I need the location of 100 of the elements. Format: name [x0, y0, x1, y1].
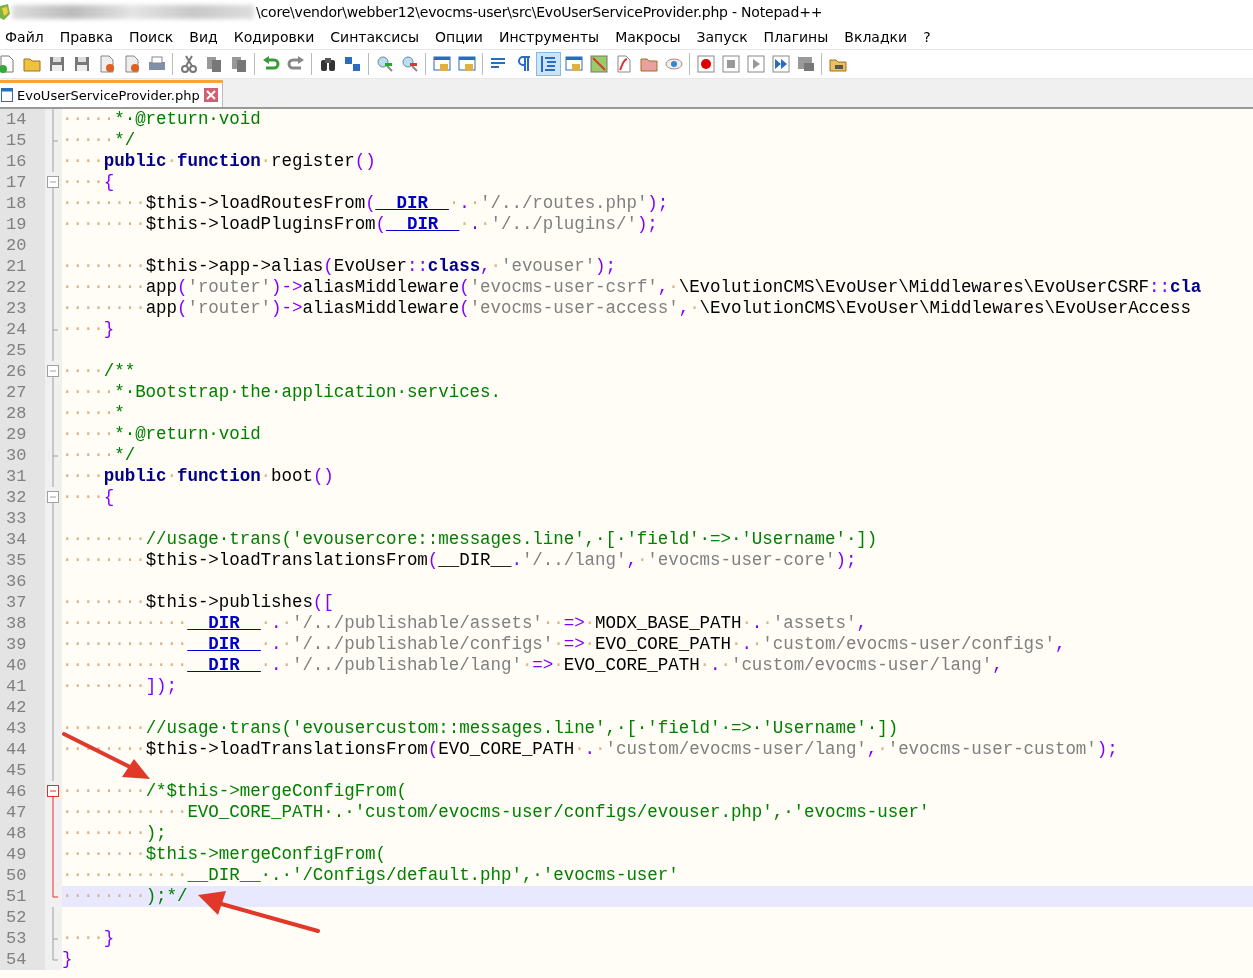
code-line: }	[62, 949, 74, 970]
code-line: ········//usage·trans('evousercustom::messages.line',·[·'field'·=>·'Username'·])	[62, 718, 900, 739]
stop-icon	[721, 55, 740, 73]
line-number: 49	[0, 844, 45, 865]
line-number: 35	[0, 550, 45, 571]
eye-icon	[664, 55, 683, 73]
documents-close-icon	[122, 55, 141, 73]
undo-icon	[261, 55, 280, 73]
code-line: ····{	[62, 487, 116, 508]
line-number: 42	[0, 697, 45, 718]
code-line: ········$this->app->alias(EvoUser::class,·'evouser');	[62, 256, 617, 277]
menu-item[interactable]: Вид	[181, 28, 226, 45]
line-number: 46	[0, 781, 45, 802]
line-number: 30	[0, 445, 45, 466]
play-icon	[746, 55, 765, 73]
menu-item[interactable]: Запуск	[688, 28, 756, 45]
code-line: ····/**	[62, 361, 137, 382]
floppy-disks-icon	[72, 55, 91, 73]
code-line: ········$this->loadRoutesFrom(__DIR__·.·'/../routes.php');	[62, 193, 670, 214]
redo-icon	[286, 55, 305, 73]
code-line: ············__DIR__·.·'/../publishable/configs'·=>·EVO_CORE_PATH·.·'custom/evocms-user/configs',	[62, 634, 1067, 655]
code-line: ·····*/	[62, 445, 137, 466]
line-number: 18	[0, 193, 45, 214]
line-number: 44	[0, 739, 45, 760]
code-line: ········]);	[62, 676, 178, 697]
document-close-icon	[97, 55, 116, 73]
line-number: 19	[0, 214, 45, 235]
code-line: ············EVO_CORE_PATH·.·'custom/evocms-user/configs/evouser.php',·'evocms-user'	[62, 802, 931, 823]
line-number: 48	[0, 823, 45, 844]
line-number: 32	[0, 487, 45, 508]
line-number: 54	[0, 949, 45, 970]
line-number: 29	[0, 424, 45, 445]
indent-guide-icon	[539, 55, 558, 73]
line-number: 43	[0, 718, 45, 739]
code-line: ········$this->publishes([	[62, 592, 335, 613]
menu-item[interactable]: Файл	[0, 28, 52, 45]
menu-item[interactable]: Поиск	[120, 28, 182, 45]
code-line: ············__DIR__·.·'/../publishable/assets'··=>·MODX_BASE_PATH·.·'assets',	[62, 613, 868, 634]
line-number: 17	[0, 172, 45, 193]
document-icon	[614, 55, 633, 73]
line-number: 52	[0, 907, 45, 928]
code-line: ········$this->mergeConfigFrom(	[62, 844, 387, 865]
zoom-in-icon	[375, 55, 394, 73]
record-icon	[696, 55, 715, 73]
window-icon	[564, 55, 583, 73]
file-tab[interactable]: EvoUserServiceProvider.php	[0, 80, 223, 107]
line-number: 50	[0, 865, 45, 886]
line-number: 25	[0, 340, 45, 361]
menu-item[interactable]: Правка	[51, 28, 121, 45]
menu-item[interactable]: Макросы	[607, 28, 689, 45]
line-number: 16	[0, 151, 45, 172]
scissors-icon	[179, 55, 198, 73]
zoom-out-icon	[400, 55, 419, 73]
printer-icon	[147, 55, 166, 73]
code-line: ············__DIR__·.·'/../publishable/lang'·=>·EVO_CORE_PATH·.·'custom/evocms-user/lang',	[62, 655, 1004, 676]
line-number: 31	[0, 466, 45, 487]
line-number: 47	[0, 802, 45, 823]
line-number: 14	[0, 109, 45, 130]
code-line: ········$this->loadTranslationsFrom(__DIR__.'/../lang',·'evocms-user-core');	[62, 550, 858, 571]
line-number: 38	[0, 613, 45, 634]
line-number: 51	[0, 886, 45, 907]
menu-item[interactable]: Вкладки	[836, 28, 916, 45]
code-line: ·····*	[62, 403, 126, 424]
line-number: 45	[0, 760, 45, 781]
line-number: 53	[0, 928, 45, 949]
line-number: 40	[0, 655, 45, 676]
window-title: \core\vendor\webber12\evocms-user\src\EvoUserServiceProvider.php - Notepad++	[256, 4, 823, 20]
menu-item[interactable]: Синтаксисы	[322, 28, 428, 45]
menu-item[interactable]: Кодировки	[225, 28, 323, 45]
map-icon	[589, 55, 608, 73]
code-line: ····}	[62, 928, 116, 949]
code-line: ·····*·Bootstrap·the·application·services.	[62, 382, 502, 403]
code-line: ····public·function·boot()	[62, 466, 335, 487]
line-number: 33	[0, 508, 45, 529]
window-lock-icon	[432, 55, 451, 73]
code-line: ·····*·@return·void	[62, 424, 262, 445]
line-number: 26	[0, 361, 45, 382]
code-line: ········);	[62, 823, 168, 844]
line-number: 39	[0, 634, 45, 655]
copy-icon	[204, 55, 223, 73]
line-number: 27	[0, 382, 45, 403]
document-icon	[1, 88, 13, 102]
line-number: 22	[0, 277, 45, 298]
folder-icon	[639, 55, 658, 73]
menu-item[interactable]: Плагины	[755, 28, 837, 45]
code-line: ········//usage·trans('evousercore::messages.line',·[·'field'·=>·'Username'·])	[62, 529, 879, 550]
close-icon[interactable]	[203, 88, 218, 102]
menu-item[interactable]: Опции	[427, 28, 491, 45]
clipboard-icon	[229, 55, 248, 73]
window-lock-icon	[457, 55, 476, 73]
binoculars-icon	[318, 55, 337, 73]
line-number: 20	[0, 235, 45, 256]
line-number: 28	[0, 403, 45, 424]
line-number: 15	[0, 130, 45, 151]
menu-item[interactable]: Инструменты	[490, 28, 608, 45]
code-line: ····public·function·register()	[62, 151, 377, 172]
menu-item[interactable]: ?	[915, 28, 939, 45]
code-line: ····}	[62, 319, 116, 340]
line-number: 36	[0, 571, 45, 592]
code-line: ········app('router')->aliasMiddleware('evocms-user-access',·\EvolutionCMS\EvoUser\Middlewares\EvoUserAccess	[62, 298, 1192, 319]
